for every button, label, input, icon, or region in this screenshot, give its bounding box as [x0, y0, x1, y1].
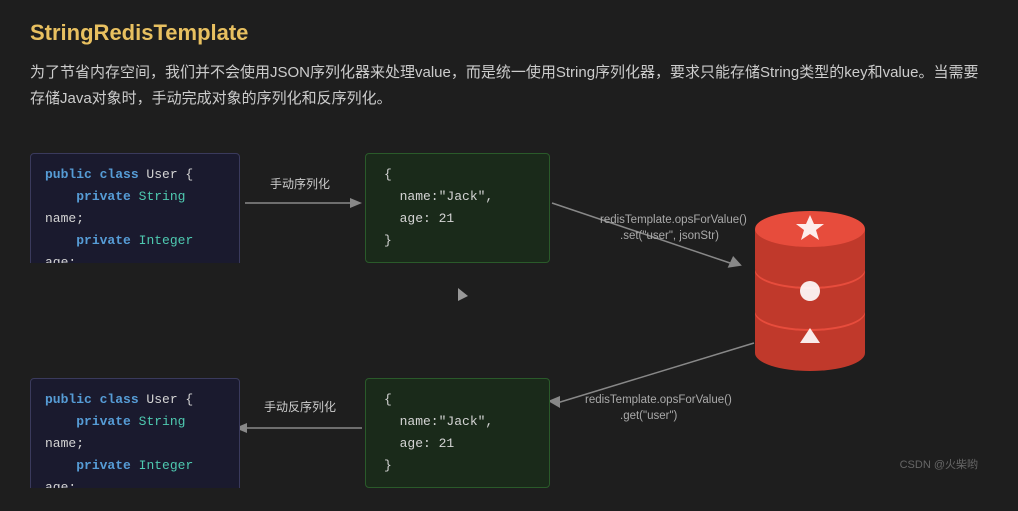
redis-circle-icon — [800, 281, 820, 301]
page-title: StringRedisTemplate — [30, 20, 988, 46]
serialize-label: 手动序列化 — [270, 176, 330, 191]
top-arrow-head — [350, 198, 362, 208]
top-template-line2: .set("user", jsonStr) — [620, 230, 719, 242]
bottom-template-line1: redisTemplate.opsForValue() — [585, 394, 732, 406]
top-to-redis-arrowhead — [728, 256, 744, 273]
watermark: CSDN @火柴哟 — [900, 456, 978, 472]
cursor-icon — [458, 288, 468, 301]
top-code-block: public class User { private String name;… — [30, 153, 240, 263]
description-text: 为了节省内存空间，我们并不会使用JSON序列化器来处理value，而是统一使用S… — [30, 60, 988, 111]
bottom-template-line2: .get("user") — [620, 410, 678, 422]
top-json-block: { name:"Jack", age: 21 } — [365, 153, 550, 263]
top-template-line1: redisTemplate.opsForValue() — [600, 214, 747, 226]
diagram-svg: public class User { private String name;… — [30, 133, 990, 473]
bottom-code-block: public class User { private String name;… — [30, 378, 240, 488]
diagram-container: public class User { private String name;… — [30, 133, 988, 478]
bottom-json-block: { name:"Jack", age: 21 } — [365, 378, 550, 488]
deserialize-label: 手动反序列化 — [264, 399, 336, 414]
